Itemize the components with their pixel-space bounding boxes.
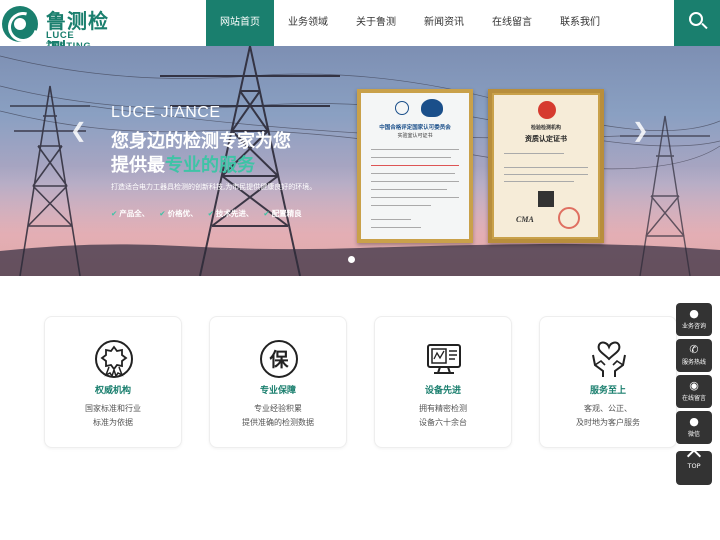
cma-certificate: 检验检测机构 资质认定证书 CMA — [488, 89, 604, 243]
cert2-org: 检验检测机构 — [530, 125, 561, 131]
main-nav: 网站首页 业务领域 关于鲁测 新闻资讯 在线留言 联系我们 — [206, 0, 614, 46]
feature-title: 权威机构 — [94, 386, 131, 396]
site-header: 鲁测检测 LUCE TESTING 网站首页 业务领域 关于鲁测 新闻资讯 在线… — [0, 0, 720, 62]
banner-headline-2: 提供最专业的服务 — [111, 155, 255, 176]
logo-mark-icon — [2, 6, 38, 42]
svg-text:保: 保 — [268, 348, 289, 371]
banner-tag: ✔ 价格优、 — [159, 209, 198, 218]
cnas-certificate: 中国合格评定国家认可委员会 实验室认可证书 — [357, 89, 473, 243]
sidebar-message[interactable]: ◉ 在线留言 — [676, 375, 712, 408]
check-icon: ✔ — [263, 209, 270, 218]
nav-home[interactable]: 网站首页 — [206, 0, 274, 46]
medal-icon — [95, 340, 133, 378]
national-emblem-icon — [538, 101, 556, 119]
check-icon: ✔ — [159, 209, 166, 218]
hero-banner: ❮ ❯ LUCE JIANCE 您身边的检测专家为您 提供最专业的服务 打造适合… — [0, 46, 720, 276]
guarantee-icon: 保 — [260, 340, 298, 378]
ilac-logo-icon — [395, 101, 409, 115]
feature-card-guarantee[interactable]: 保 专业保障 专业经验积累 提供准确的检测数据 — [209, 316, 347, 448]
banner-pagination — [348, 256, 355, 263]
check-icon: ✔ — [111, 209, 118, 218]
nav-business[interactable]: 业务领域 — [274, 0, 342, 46]
cert1-org: 中国合格评定国家认可委员会 — [379, 125, 451, 131]
message-icon: ◉ — [689, 379, 699, 392]
cert2-title: 资质认定证书 — [525, 135, 567, 143]
feature-title: 专业保障 — [259, 386, 296, 396]
feature-desc: 客观、公正、 及时地为客户服务 — [576, 404, 640, 427]
qq-icon: ● — [689, 307, 699, 320]
logo[interactable]: 鲁测检测 LUCE TESTING — [2, 4, 120, 62]
search-button[interactable] — [674, 0, 720, 46]
chevron-up-icon — [686, 448, 702, 464]
qr-code-icon — [538, 191, 554, 207]
banner-tags: ✔ 产品全、 ✔ 价格优、 ✔ 技术先进、 ✔ 配置精良 — [111, 208, 302, 219]
floating-sidebar: ● 业务咨询 ✆ 服务热线 ◉ 在线留言 ● 微信 TOP — [676, 303, 712, 485]
banner-headline-highlight: 专业的服务 — [165, 155, 255, 176]
feature-desc: 国家标准和行业 标准为依据 — [85, 404, 141, 427]
feature-card-equipment[interactable]: 设备先进 拥有精密检测 设备六十余台 — [374, 316, 512, 448]
back-to-top-button[interactable]: TOP — [676, 448, 712, 485]
feature-card-service[interactable]: 服务至上 客观、公正、 及时地为客户服务 — [539, 316, 677, 448]
feature-desc: 拥有精密检测 设备六十余台 — [419, 404, 467, 427]
banner-dot[interactable] — [348, 256, 355, 263]
sidebar-hotline[interactable]: ✆ 服务热线 — [676, 339, 712, 372]
phone-icon: ✆ — [689, 343, 699, 356]
banner-headline-1: 您身边的检测专家为您 — [111, 131, 291, 152]
banner-tag: ✔ 技术先进、 — [207, 209, 254, 218]
sidebar-consult[interactable]: ● 业务咨询 — [676, 303, 712, 336]
feature-title: 设备先进 — [424, 386, 461, 396]
banner-tag: ✔ 配置精良 — [263, 209, 302, 218]
wechat-icon: ● — [689, 415, 699, 428]
check-icon: ✔ — [207, 209, 214, 218]
nav-message[interactable]: 在线留言 — [478, 0, 546, 46]
sidebar-wechat[interactable]: ● 微信 — [676, 411, 712, 444]
cnas-logo-icon — [421, 99, 443, 117]
banner-description: 打造适合电力工器具检测的创新科技,为市民提供健康良好的环境。 — [111, 183, 317, 191]
cert1-title: 实验室认可证书 — [397, 133, 433, 139]
red-seal-icon — [558, 207, 580, 229]
cma-mark: CMA — [516, 215, 534, 224]
nav-about[interactable]: 关于鲁测 — [342, 0, 410, 46]
nav-news[interactable]: 新闻资讯 — [410, 0, 478, 46]
feature-card-authority[interactable]: 权威机构 国家标准和行业 标准为依据 — [44, 316, 182, 448]
banner-prev-arrow-icon[interactable]: ❮ — [70, 118, 87, 142]
nav-contact[interactable]: 联系我们 — [546, 0, 614, 46]
banner-next-arrow-icon[interactable]: ❯ — [632, 118, 649, 142]
feature-title: 服务至上 — [589, 386, 626, 396]
equipment-icon — [427, 344, 461, 374]
banner-en-title: LUCE JIANCE — [111, 104, 221, 121]
feature-desc: 专业经验积累 提供准确的检测数据 — [242, 404, 314, 427]
banner-tag: ✔ 产品全、 — [111, 209, 150, 218]
service-hands-icon — [592, 341, 626, 377]
